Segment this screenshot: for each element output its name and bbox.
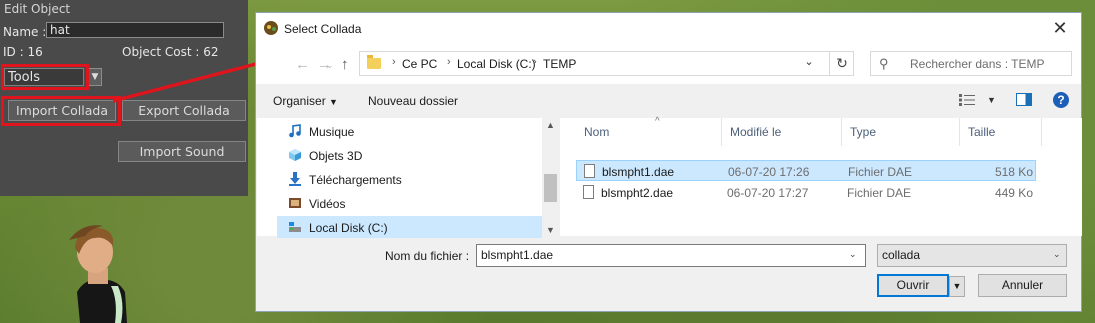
nav-item-downloads[interactable]: Téléchargements — [277, 168, 542, 190]
breadcrumb-item[interactable]: TEMP — [543, 57, 576, 71]
file-size: 518 Ko — [994, 165, 1033, 179]
dropdown-highlight-box — [1, 64, 89, 90]
nav-item-local-disk[interactable]: Local Disk (C:) — [277, 216, 542, 238]
name-label: Name : — [3, 25, 47, 39]
column-header-label: Type — [850, 125, 877, 139]
dialog-title: Select Collada — [284, 22, 362, 36]
filetype-dropdown-icon[interactable]: ⌄ — [1053, 249, 1061, 260]
file-list: Nom ^ Modifié le Type Taille blsmpht1.da… — [560, 116, 1082, 236]
file-type: Fichier DAE — [848, 165, 913, 179]
path-dropdown-icon[interactable]: ⌄ — [800, 55, 818, 68]
cube-3d-icon — [289, 149, 301, 161]
close-icon[interactable]: ✕ — [1049, 18, 1071, 38]
breadcrumb-separator-icon: › — [533, 56, 537, 68]
search-placeholder: Rechercher dans : TEMP — [910, 57, 1045, 71]
download-icon — [289, 172, 301, 186]
breadcrumb-separator-icon: › — [447, 56, 451, 68]
up-arrow-icon[interactable]: ↑ — [341, 56, 349, 73]
column-header-name[interactable]: Nom ^ — [576, 116, 722, 146]
breadcrumb-separator-icon: › — [392, 56, 396, 68]
search-icon: ⚲ — [879, 56, 889, 71]
organize-label: Organiser — [273, 94, 326, 108]
nav-item-label: Téléchargements — [309, 173, 402, 187]
file-modified: 06-07-20 17:26 — [728, 165, 810, 179]
column-header-modified[interactable]: Modifié le — [722, 118, 842, 146]
dropdown-arrow-button[interactable]: ▼ — [88, 68, 102, 86]
breadcrumb-item[interactable]: Local Disk (C:) — [457, 57, 536, 71]
nav-scrollbar[interactable]: ▲ ▼ — [542, 118, 559, 236]
dialog-titlebar: Select Collada ✕ — [256, 13, 1081, 44]
column-header-label: Nom — [584, 125, 610, 139]
scroll-down-icon[interactable]: ▼ — [542, 225, 559, 235]
music-icon — [289, 124, 301, 138]
file-size: 449 Ko — [994, 186, 1033, 200]
object-id: ID : 16 — [3, 45, 43, 59]
column-header-label: Modifié le — [730, 125, 782, 139]
app-icon — [264, 21, 278, 35]
address-bar: ← → ⌄ ↑ › Ce PC › Local Disk (C:) › TEMP… — [256, 44, 1081, 84]
command-bar: Organiser ▼ Nouveau dossier — [256, 84, 1081, 118]
dialog-footer: Nom du fichier : blsmpht1.dae ⌄ collada … — [256, 236, 1081, 313]
breadcrumb[interactable]: › Ce PC › Local Disk (C:) › TEMP — [359, 51, 854, 76]
breadcrumb-item[interactable]: Ce PC — [402, 57, 437, 71]
column-header-label: Taille — [968, 125, 996, 139]
nav-item-label: Local Disk (C:) — [309, 221, 388, 235]
view-options-icon[interactable] — [959, 94, 975, 106]
nav-item-label: Objets 3D — [309, 149, 363, 163]
column-header-size[interactable]: Taille — [960, 118, 1042, 146]
nav-item-videos[interactable]: Vidéos — [277, 192, 542, 214]
open-button[interactable]: Ouvrir — [877, 274, 949, 297]
back-arrow-icon[interactable]: ← — [295, 56, 310, 73]
folder-icon — [367, 55, 381, 69]
drive-icon — [289, 222, 301, 232]
file-icon — [583, 185, 594, 199]
file-icon — [584, 164, 595, 178]
panel-title: Edit Object — [4, 2, 71, 16]
filetype-select[interactable]: collada — [877, 244, 1067, 267]
file-type: Fichier DAE — [847, 186, 912, 200]
nav-item-label: Musique — [309, 125, 355, 139]
recent-dropdown-icon[interactable]: ⌄ — [326, 60, 334, 71]
column-header-type[interactable]: Type — [842, 118, 960, 146]
select-collada-dialog: Select Collada ✕ ← → ⌄ ↑ › Ce PC › Local… — [255, 12, 1082, 312]
filename-label: Nom du fichier : — [385, 249, 470, 263]
file-name: blsmpht1.dae — [602, 165, 675, 179]
search-input[interactable]: ⚲ Rechercher dans : TEMP — [870, 51, 1072, 76]
view-dropdown-icon[interactable]: ▼ — [987, 95, 996, 105]
object-name-input[interactable] — [46, 22, 224, 38]
navigation-pane: Musique Objets 3D Téléchargements Vidéos… — [257, 118, 559, 238]
table-row[interactable]: blsmpht2.dae 06-07-20 17:27 Fichier DAE … — [576, 182, 1036, 203]
scroll-thumb[interactable] — [544, 174, 557, 202]
scroll-up-icon[interactable]: ▲ — [542, 120, 559, 130]
import-button-highlight-box — [1, 96, 121, 126]
nav-item-music[interactable]: Musique — [277, 120, 542, 142]
cancel-button[interactable]: Annuler — [978, 274, 1067, 297]
nav-item-label: Vidéos — [309, 197, 346, 211]
filename-input[interactable]: blsmpht1.dae — [476, 244, 866, 267]
refresh-icon[interactable]: ↻ — [829, 51, 854, 75]
object-cost: Object Cost : 62 — [122, 45, 219, 59]
open-options-icon[interactable]: ▼ — [949, 276, 965, 297]
sort-ascending-icon: ^ — [655, 116, 660, 127]
nav-item-3d-objects[interactable]: Objets 3D — [277, 144, 542, 166]
file-name: blsmpht2.dae — [601, 186, 674, 200]
organize-menu[interactable]: Organiser ▼ — [273, 94, 338, 108]
organize-dropdown-icon: ▼ — [329, 97, 338, 107]
help-icon[interactable]: ? — [1053, 92, 1069, 108]
new-folder-button[interactable]: Nouveau dossier — [368, 94, 458, 108]
video-icon — [289, 198, 301, 208]
export-collada-button[interactable]: Export Collada — [122, 100, 246, 121]
file-modified: 06-07-20 17:27 — [727, 186, 809, 200]
filename-dropdown-icon[interactable]: ⌄ — [849, 249, 857, 260]
avatar-character-icon — [69, 225, 127, 323]
preview-pane-icon[interactable] — [1016, 93, 1032, 106]
table-row[interactable]: blsmpht1.dae 06-07-20 17:26 Fichier DAE … — [576, 160, 1036, 181]
import-sound-button[interactable]: Import Sound — [118, 141, 246, 162]
